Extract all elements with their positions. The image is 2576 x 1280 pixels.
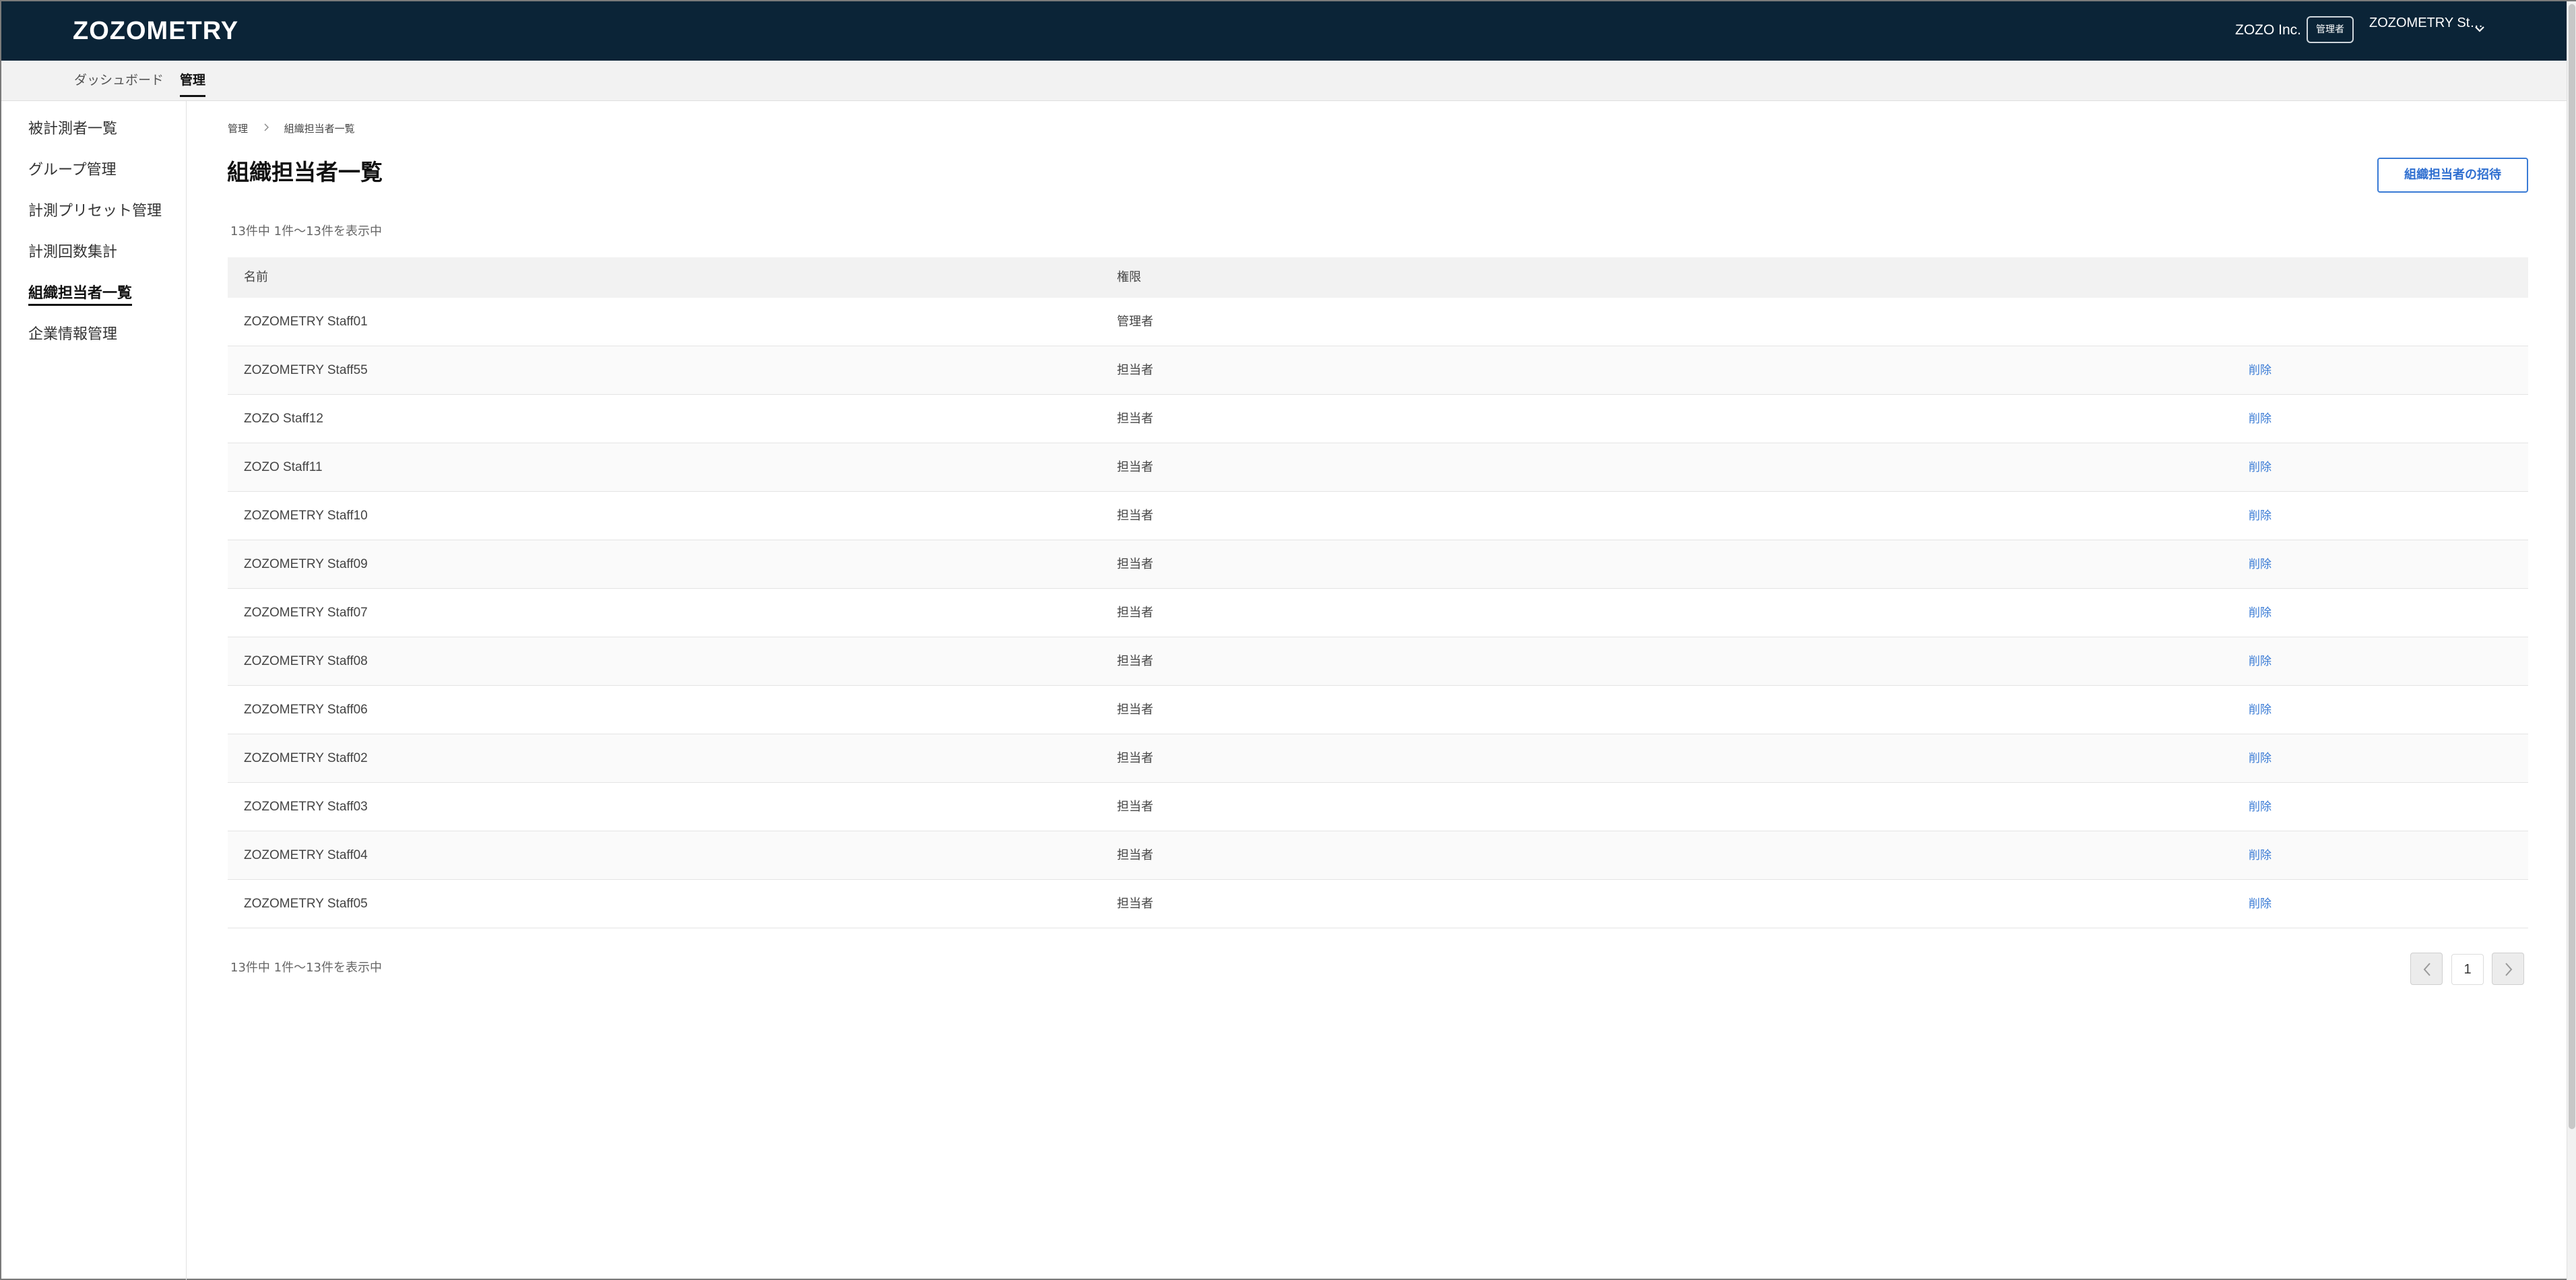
delete-link[interactable]: 削除 xyxy=(2249,783,2272,831)
delete-link[interactable]: 削除 xyxy=(2249,346,2272,395)
staff-name: ZOZOMETRY Staff08 xyxy=(244,654,368,668)
table-row: ZOZO Staff12 担当者 削除 xyxy=(228,395,2528,443)
staff-role: 担当者 xyxy=(1117,412,1153,426)
staff-role: 管理者 xyxy=(1117,315,1153,329)
table-row: ZOZOMETRY Staff08 担当者 削除 xyxy=(228,637,2528,686)
table-row: ZOZOMETRY Staff03 担当者 削除 xyxy=(228,783,2528,831)
table-row: ZOZOMETRY Staff06 担当者 削除 xyxy=(228,686,2528,734)
page-number-current[interactable]: 1 xyxy=(2451,954,2484,985)
role-badge: 管理者 xyxy=(2307,16,2354,43)
staff-name: ZOZOMETRY Staff02 xyxy=(244,751,368,765)
chevron-down-icon[interactable] xyxy=(2472,22,2487,36)
chevron-left-icon xyxy=(2423,963,2430,976)
sidebar-item-subjects[interactable]: 被計測者一覧 xyxy=(28,116,117,143)
staff-name: ZOZOMETRY Staff06 xyxy=(244,703,368,717)
staff-role: 担当者 xyxy=(1117,848,1153,862)
chevron-right-icon xyxy=(264,123,269,131)
app-logo[interactable]: ZOZOMETRY xyxy=(73,16,238,46)
staff-role: 担当者 xyxy=(1117,654,1153,668)
result-count-bottom: 13件中 1件〜13件を表示中 xyxy=(230,961,382,975)
invite-staff-button[interactable]: 組織担当者の招待 xyxy=(2377,158,2528,193)
top-header: ZOZOMETRY ZOZO Inc. 管理者 ZOZOMETRY St… xyxy=(1,1,2576,61)
staff-role: 担当者 xyxy=(1117,557,1153,571)
scrollbar-thumb[interactable] xyxy=(2569,4,2575,1129)
table-row: ZOZO Staff11 担当者 削除 xyxy=(228,443,2528,492)
user-menu-name[interactable]: ZOZOMETRY St… xyxy=(2369,13,2483,32)
table-row: ZOZOMETRY Staff55 担当者 削除 xyxy=(228,346,2528,395)
delete-link[interactable]: 削除 xyxy=(2249,831,2272,880)
staff-name: ZOZO Staff12 xyxy=(244,412,323,426)
table-row: ZOZOMETRY Staff05 担当者 削除 xyxy=(228,880,2528,928)
nav-tab-admin[interactable]: 管理 xyxy=(180,61,206,101)
table-header: 名前 権限 xyxy=(228,257,2528,298)
sidebar-item-company-info[interactable]: 企業情報管理 xyxy=(28,321,117,348)
delete-link[interactable]: 削除 xyxy=(2249,540,2272,589)
sub-navigation: ダッシュボード 管理 xyxy=(1,61,2576,101)
delete-link[interactable]: 削除 xyxy=(2249,637,2272,686)
delete-link[interactable]: 削除 xyxy=(2249,395,2272,443)
staff-table: 名前 権限 ZOZOMETRY Staff01 管理者 ZOZOMETRY Staf… xyxy=(228,257,2528,928)
column-header-role: 権限 xyxy=(1117,270,1141,284)
nav-tab-dashboard[interactable]: ダッシュボード xyxy=(74,61,164,101)
page-title: 組織担当者一覧 xyxy=(227,159,383,185)
delete-link[interactable]: 削除 xyxy=(2249,443,2272,492)
table-row: ZOZOMETRY Staff09 担当者 削除 xyxy=(228,540,2528,589)
staff-role: 担当者 xyxy=(1117,703,1153,717)
staff-name: ZOZO Staff11 xyxy=(244,460,323,474)
table-row: ZOZOMETRY Staff04 担当者 削除 xyxy=(228,831,2528,880)
delete-link[interactable]: 削除 xyxy=(2249,686,2272,734)
app-window: ZOZOMETRY ZOZO Inc. 管理者 ZOZOMETRY St… ダッ… xyxy=(0,0,2576,1280)
column-header-name: 名前 xyxy=(244,270,268,284)
delete-link[interactable]: 削除 xyxy=(2249,589,2272,637)
staff-name: ZOZOMETRY Staff04 xyxy=(244,848,368,862)
prev-page-button[interactable] xyxy=(2410,953,2443,985)
sidebar: 被計測者一覧 グループ管理 計測プリセット管理 計測回数集計 組織担当者一覧 企… xyxy=(1,101,187,1280)
staff-role: 担当者 xyxy=(1117,800,1153,814)
delete-link[interactable]: 削除 xyxy=(2249,880,2272,928)
staff-name: ZOZOMETRY Staff01 xyxy=(244,315,368,329)
table-row: ZOZOMETRY Staff01 管理者 xyxy=(228,298,2528,346)
staff-role: 担当者 xyxy=(1117,897,1153,911)
staff-name: ZOZOMETRY Staff05 xyxy=(244,897,368,911)
vertical-scrollbar[interactable] xyxy=(2567,1,2576,1280)
sidebar-item-groups[interactable]: グループ管理 xyxy=(28,157,117,184)
staff-role: 担当者 xyxy=(1117,751,1153,765)
chevron-right-icon xyxy=(2505,963,2513,976)
next-page-button[interactable] xyxy=(2492,953,2524,985)
delete-link[interactable]: 削除 xyxy=(2249,734,2272,783)
staff-name: ZOZOMETRY Staff10 xyxy=(244,509,368,523)
sidebar-item-measurement-count[interactable]: 計測回数集計 xyxy=(28,239,117,266)
table-row: ZOZOMETRY Staff10 担当者 削除 xyxy=(228,492,2528,540)
company-name: ZOZO Inc. xyxy=(2235,22,2302,38)
sidebar-item-presets[interactable]: 計測プリセット管理 xyxy=(28,198,162,225)
table-body: ZOZOMETRY Staff01 管理者 ZOZOMETRY Staff55 担当者… xyxy=(228,298,2528,928)
staff-name: ZOZOMETRY Staff09 xyxy=(244,557,368,571)
result-count-top: 13件中 1件〜13件を表示中 xyxy=(230,224,382,238)
staff-name: ZOZOMETRY Staff55 xyxy=(244,363,368,377)
breadcrumb-root[interactable]: 管理 xyxy=(228,119,248,138)
breadcrumb-current: 組織担当者一覧 xyxy=(284,122,355,135)
staff-role: 担当者 xyxy=(1117,509,1153,523)
table-row: ZOZOMETRY Staff07 担当者 削除 xyxy=(228,589,2528,637)
delete-link[interactable]: 削除 xyxy=(2249,492,2272,540)
staff-name: ZOZOMETRY Staff03 xyxy=(244,800,368,814)
staff-name: ZOZOMETRY Staff07 xyxy=(244,606,368,620)
sidebar-item-org-staff[interactable]: 組織担当者一覧 xyxy=(28,280,133,307)
staff-role: 担当者 xyxy=(1117,606,1153,620)
staff-role: 担当者 xyxy=(1117,460,1153,474)
table-row: ZOZOMETRY Staff02 担当者 削除 xyxy=(228,734,2528,783)
staff-role: 担当者 xyxy=(1117,363,1153,377)
breadcrumb: 管理 組織担当者一覧 xyxy=(228,119,355,137)
